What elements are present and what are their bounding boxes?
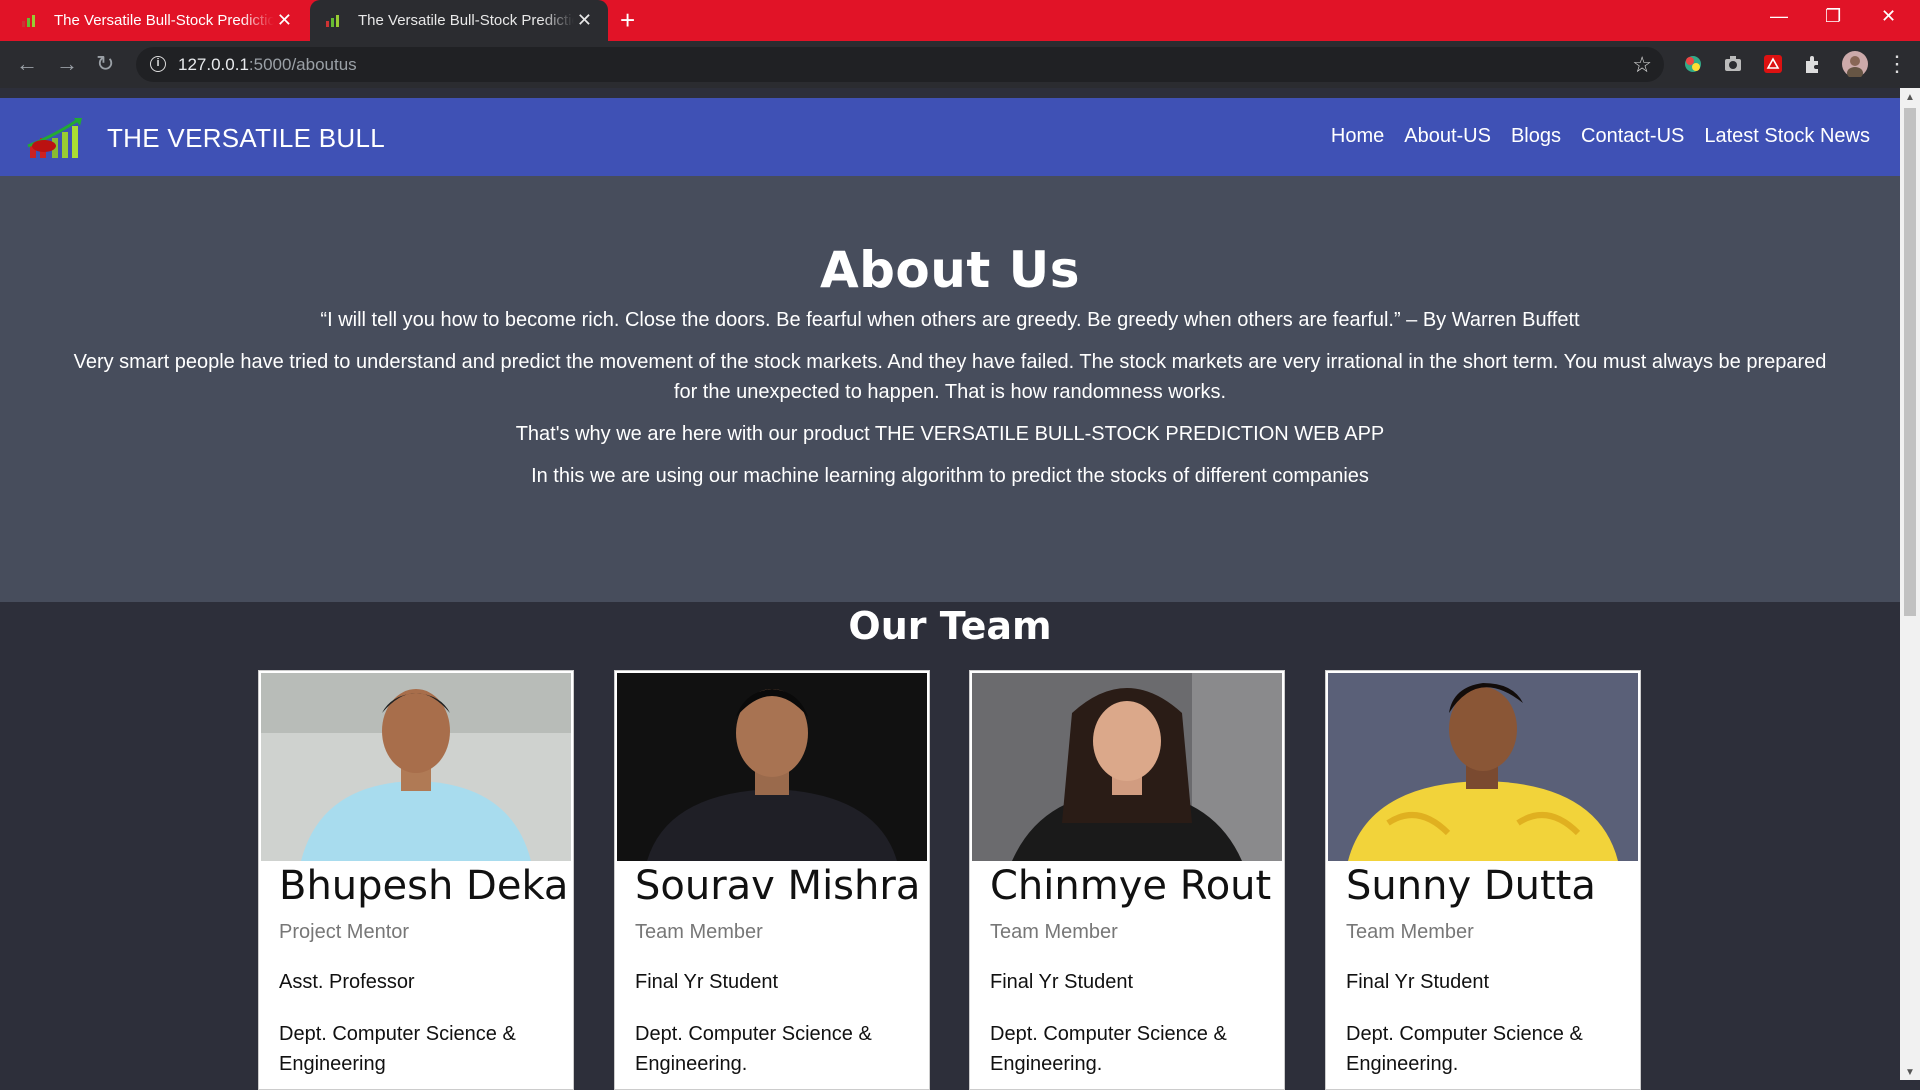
forward-icon[interactable]: → xyxy=(56,52,78,76)
scroll-down-icon[interactable]: ▼ xyxy=(1905,1067,1915,1078)
about-paragraph-3: In this we are using our machine learnin… xyxy=(531,465,1369,487)
browser-toolbar: ← → ↻ i 127.0.0.1:5000/aboutus ☆ ⋮ xyxy=(0,41,1920,88)
back-icon[interactable]: ← xyxy=(16,52,38,76)
tab-title: The Versatile Bull-Stock Prediction xyxy=(358,12,574,29)
scroll-up-icon[interactable]: ▲ xyxy=(1905,92,1915,103)
pdf-extension-icon[interactable] xyxy=(1762,53,1784,75)
member-photo xyxy=(617,673,927,861)
member-name: Chinmye Rout xyxy=(990,863,1272,909)
browser-menu-icon[interactable]: ⋮ xyxy=(1886,52,1908,76)
nav-link-latest-stock-news[interactable]: Latest Stock News xyxy=(1704,125,1870,148)
tab-title: The Versatile Bull-Stock Prediction xyxy=(54,12,274,29)
member-department: Dept. Computer Science & Engineering. xyxy=(990,1023,1227,1075)
url-path: :5000/aboutus xyxy=(248,55,357,74)
bull-favicon-icon xyxy=(326,15,339,27)
member-department: Dept. Computer Science & Engineering. xyxy=(1346,1023,1583,1075)
scrollbar-thumb[interactable] xyxy=(1904,108,1916,616)
nav-link-about-us[interactable]: About-US xyxy=(1404,125,1491,148)
member-position: Final Yr Student xyxy=(990,971,1134,993)
colorful-extension-icon[interactable] xyxy=(1682,53,1704,75)
buffett-quote: “I will tell you how to become rich. Clo… xyxy=(320,309,1580,331)
member-name: Sourav Mishra xyxy=(635,863,921,909)
member-role: Team Member xyxy=(635,921,763,943)
new-tab-button[interactable]: + xyxy=(620,6,635,34)
about-section: About Us “I will tell you how to become … xyxy=(0,176,1900,602)
close-window-icon[interactable]: ✕ xyxy=(1881,6,1896,27)
extensions-puzzle-icon[interactable] xyxy=(1802,53,1824,75)
nav-link-blogs[interactable]: Blogs xyxy=(1511,125,1561,148)
about-paragraph-1: Very smart people have tried to understa… xyxy=(73,351,1827,403)
member-photo xyxy=(261,673,571,861)
member-department: Dept. Computer Science & Engineering xyxy=(279,1023,516,1075)
bull-favicon-icon xyxy=(22,15,35,27)
page-top-gap xyxy=(0,88,1920,98)
nav-link-contact-us[interactable]: Contact-US xyxy=(1581,125,1684,148)
tab-close-icon[interactable]: ✕ xyxy=(277,10,292,30)
about-paragraph-2: That's why we are here with our product … xyxy=(515,423,1385,445)
team-heading: Our Team xyxy=(848,604,1052,648)
site-brand[interactable]: THE VERSATILE BULL xyxy=(107,123,385,154)
restore-icon[interactable]: ❐ xyxy=(1825,6,1841,27)
browser-tab-2-active[interactable]: The Versatile Bull-Stock Prediction ✕ xyxy=(310,0,608,41)
team-card: Bhupesh Deka Project Mentor Asst. Profes… xyxy=(258,670,574,1090)
browser-tab-1[interactable]: The Versatile Bull-Stock Prediction ✕ xyxy=(0,0,308,41)
address-bar[interactable]: i 127.0.0.1:5000/aboutus ☆ xyxy=(136,47,1664,82)
tab-close-icon[interactable]: ✕ xyxy=(577,10,592,30)
member-position: Final Yr Student xyxy=(635,971,779,993)
site-info-icon[interactable]: i xyxy=(150,56,166,72)
address-url[interactable]: 127.0.0.1:5000/aboutus xyxy=(178,55,357,75)
minimize-icon[interactable]: — xyxy=(1770,6,1788,27)
member-role: Project Mentor xyxy=(279,921,410,943)
member-photo xyxy=(972,673,1282,861)
camera-extension-icon[interactable] xyxy=(1722,53,1744,75)
member-position: Asst. Professor xyxy=(279,971,415,993)
bookmark-star-icon[interactable]: ☆ xyxy=(1632,52,1652,78)
team-card: Chinmye Rout Team Member Final Yr Studen… xyxy=(969,670,1285,1090)
member-position: Final Yr Student xyxy=(1346,971,1490,993)
profile-avatar[interactable] xyxy=(1842,51,1868,77)
browser-tab-strip: The Versatile Bull-Stock Prediction ✕ Th… xyxy=(0,0,1920,41)
team-card: Sunny Dutta Team Member Final Yr Student… xyxy=(1325,670,1641,1090)
url-host: 127.0.0.1 xyxy=(178,55,249,74)
member-role: Team Member xyxy=(1346,921,1474,943)
site-nav-links: Home About-US Blogs Contact-US Latest St… xyxy=(1331,125,1870,148)
reload-icon[interactable]: ↻ xyxy=(96,52,114,76)
page-scrollbar[interactable]: ▲ ▼ xyxy=(1900,88,1920,1080)
member-name: Sunny Dutta xyxy=(1346,863,1596,909)
member-photo xyxy=(1328,673,1638,861)
member-role: Team Member xyxy=(990,921,1118,943)
member-name: Bhupesh Deka xyxy=(279,863,569,909)
site-navbar: THE VERSATILE BULL Home About-US Blogs C… xyxy=(0,98,1900,176)
bull-logo-icon[interactable] xyxy=(24,116,84,160)
about-heading: About Us xyxy=(819,241,1081,299)
member-department: Dept. Computer Science & Engineering. xyxy=(635,1023,872,1075)
team-card: Sourav Mishra Team Member Final Yr Stude… xyxy=(614,670,930,1090)
nav-link-home[interactable]: Home xyxy=(1331,125,1384,148)
